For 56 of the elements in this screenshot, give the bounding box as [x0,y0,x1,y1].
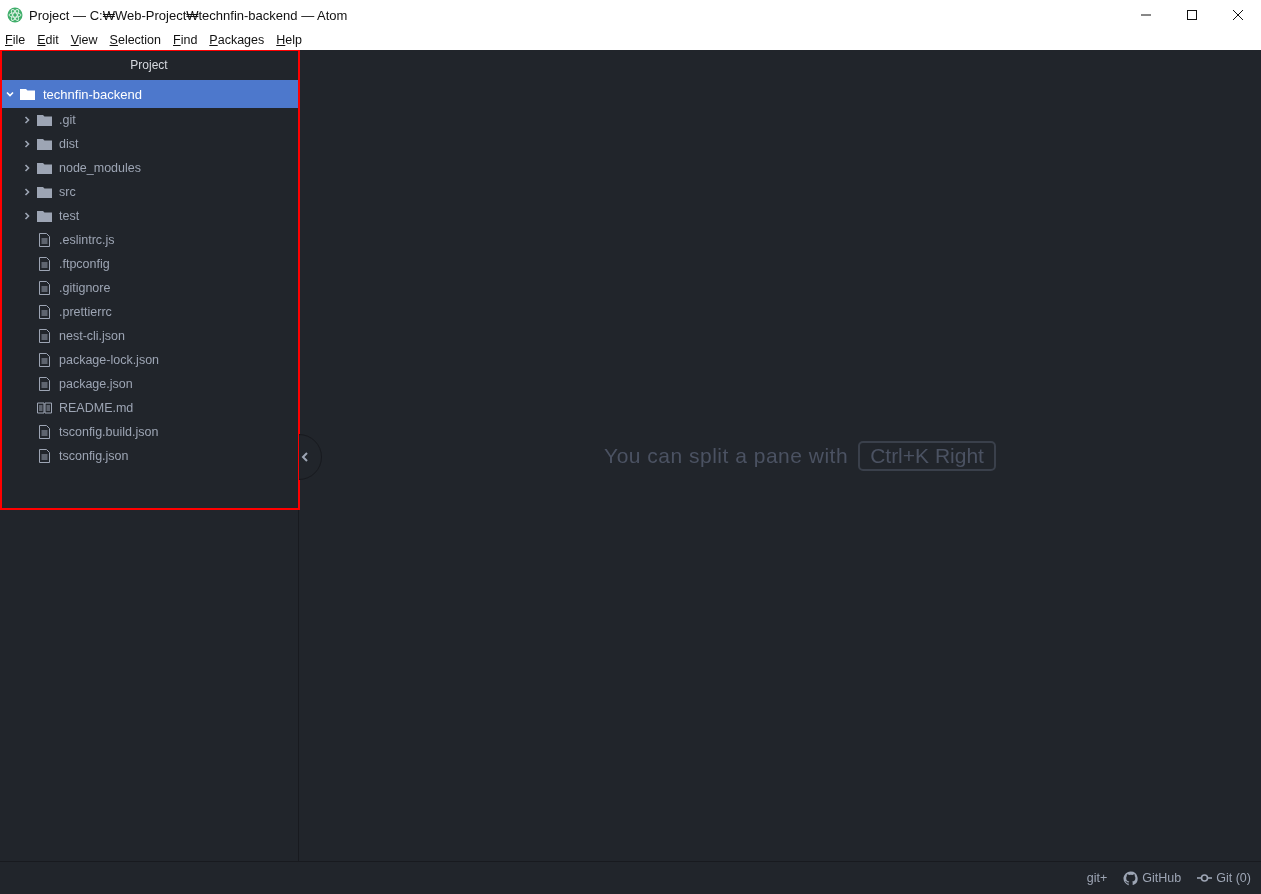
tree-entry[interactable]: package-lock.json [0,348,298,372]
menu-item[interactable]: Packages [209,33,265,47]
menu-item[interactable]: Help [276,33,302,47]
file-icon [37,305,52,319]
menu-item[interactable]: Edit [37,33,59,47]
window-title: Project — C:₩Web-Project₩technfin-backend — Atom [29,7,348,23]
tree-entry[interactable]: .eslintrc.js [0,228,298,252]
close-icon [1232,9,1244,21]
folder-icon [37,186,52,198]
status-item[interactable]: git+ [1086,871,1108,885]
file-icon [37,449,52,463]
menu-item[interactable]: Find [173,33,198,47]
file-icon [37,257,52,271]
menu-item[interactable]: File [5,33,26,47]
tree-entry[interactable]: tsconfig.json [0,444,298,468]
folder-icon [37,114,52,126]
tree-entry[interactable]: .ftpconfig [0,252,298,276]
tree-entry[interactable]: tsconfig.build.json [0,420,298,444]
tree-entry[interactable]: test [0,204,298,228]
file-icon [37,329,52,343]
tree-entry[interactable]: nest-cli.json [0,324,298,348]
panel-title: Project [129,57,169,74]
file-icon [37,425,52,439]
chevron-icon [23,140,31,148]
tree-entry[interactable]: node_modules [0,156,298,180]
maximize-icon [1186,9,1198,21]
folder-icon [37,162,52,174]
folder-icon [37,210,52,222]
menu-item[interactable]: View [70,33,98,47]
chevron-left-icon [301,452,309,462]
tree-entry[interactable]: .prettierrc [0,300,298,324]
tree-entry[interactable]: package.json [0,372,298,396]
file-icon [37,281,52,295]
chevron-icon [23,188,31,196]
folder-icon [37,138,52,150]
chevron-icon [6,90,14,98]
menu-item[interactable]: Selection [109,33,162,47]
tree-entry[interactable]: src [0,180,298,204]
file-icon [37,353,52,367]
book-icon [37,402,52,414]
tree-entry[interactable]: .git [0,108,298,132]
chevron-icon [23,164,31,172]
chevron-icon [23,212,31,220]
atom-logo-icon [7,7,23,23]
chevron-icon [23,116,31,124]
tree-entry[interactable]: README.md [0,396,298,420]
git-button[interactable]: Git (0) [1197,871,1251,885]
tree-root[interactable]: technfin-backend [0,80,298,108]
commit-icon [1197,873,1213,883]
file-icon [37,233,52,247]
tree-entry[interactable]: dist [0,132,298,156]
tree-entry[interactable]: .gitignore [0,276,298,300]
folder-icon [20,88,35,100]
github-logo-icon [1123,870,1139,886]
file-icon [37,377,52,391]
github-button[interactable]: GitHub [1123,870,1182,886]
